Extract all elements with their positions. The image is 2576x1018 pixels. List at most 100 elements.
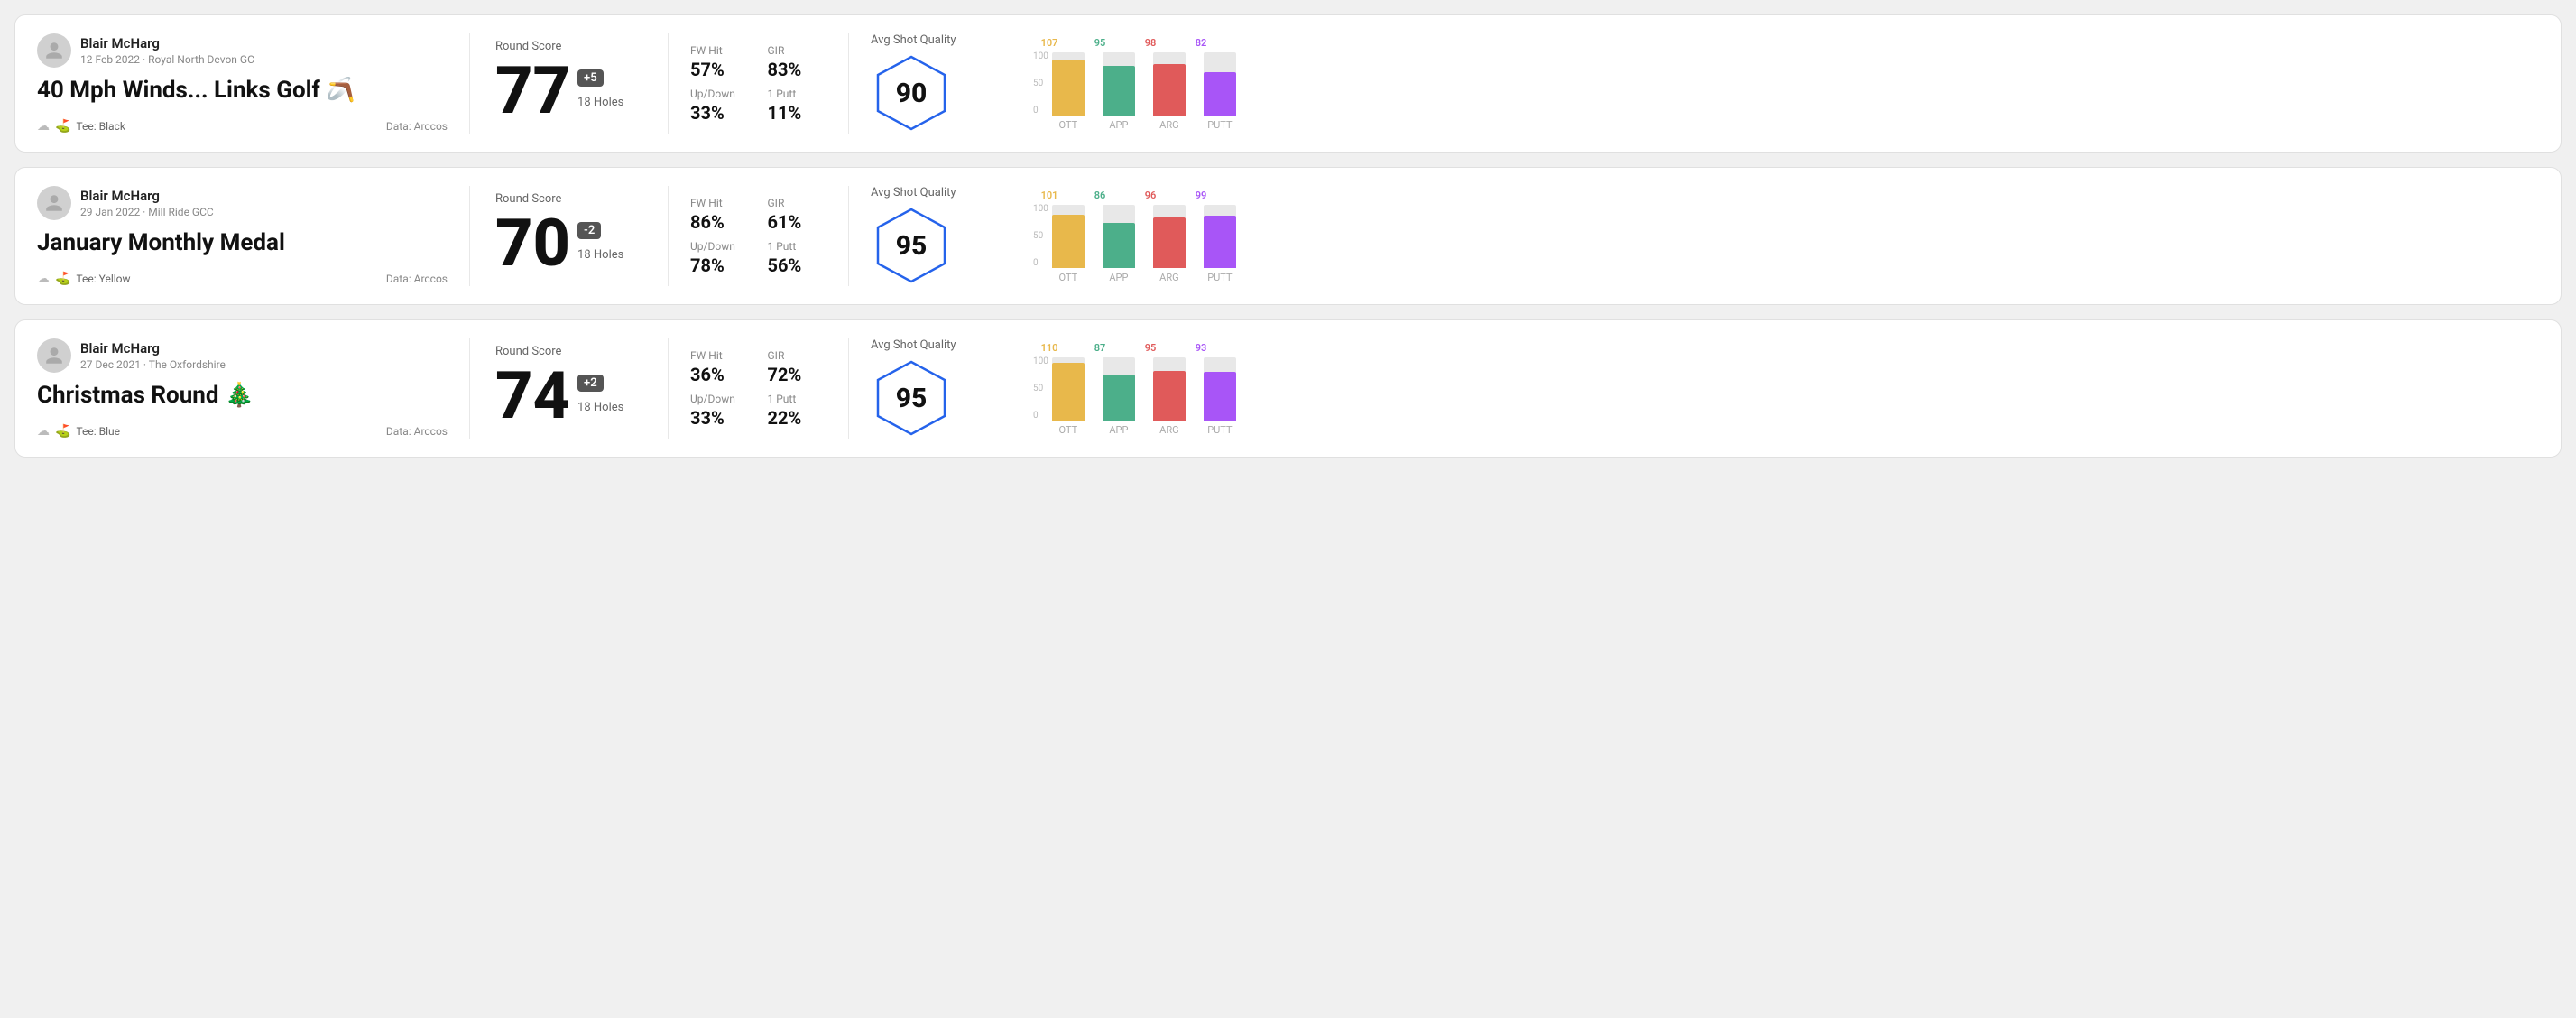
y-label-0: 0	[1033, 106, 1048, 116]
user-date-course: 29 Jan 2022 · Mill Ride GCC	[80, 206, 214, 218]
up-down-value: 33%	[690, 102, 750, 124]
user-info: Blair McHarg 27 Dec 2021 · The Oxfordshi…	[37, 338, 448, 373]
cloud-icon: ☁	[37, 424, 50, 439]
stats-section: FW Hit 86% GIR 61% Up/Down 78% 1 Putt 56…	[669, 186, 849, 286]
round-card: Blair McHarg 12 Feb 2022 · Royal North D…	[14, 14, 2562, 153]
user-date-course: 27 Dec 2021 · The Oxfordshire	[80, 358, 226, 371]
tee-info: ☁ ⛳ Tee: Yellow	[37, 272, 131, 286]
fw-hit-label: FW Hit	[690, 197, 750, 209]
cloud-icon: ☁	[37, 272, 50, 286]
bar-arg	[1153, 205, 1186, 268]
user-details: Blair McHarg 29 Jan 2022 · Mill Ride GCC	[80, 188, 214, 219]
golf-bag-icon: ⛳	[55, 424, 70, 439]
bar-app	[1103, 205, 1135, 268]
left-section: Blair McHarg 27 Dec 2021 · The Oxfordshi…	[37, 338, 470, 439]
chart-section: 101869699 100 50 0 OTTA	[1011, 186, 2539, 286]
stat-one-putt: 1 Putt 11%	[768, 88, 827, 124]
chart-x-label-putt: PUTT	[1204, 119, 1236, 131]
one-putt-label: 1 Putt	[768, 240, 827, 253]
chart-top-value-arg: 98	[1134, 37, 1167, 49]
chart-top-value-putt: 82	[1185, 37, 1217, 49]
score-section: Round Score 77 +5 18 Holes	[470, 33, 669, 134]
user-name: Blair McHarg	[80, 35, 254, 53]
bar-app	[1103, 52, 1135, 116]
chart-top-value-putt: 99	[1185, 190, 1217, 201]
chart-top-value-ott: 107	[1033, 37, 1066, 49]
round-score-label: Round Score	[495, 192, 642, 206]
score-display: 77 +5 18 Holes	[495, 59, 642, 124]
stat-fw-hit: FW Hit 36%	[690, 349, 750, 385]
chart-x-label-arg: ARG	[1153, 119, 1186, 131]
stats-grid: FW Hit 57% GIR 83% Up/Down 33% 1 Putt 11…	[690, 44, 826, 124]
gir-value: 83%	[768, 59, 827, 80]
bar-putt	[1204, 357, 1236, 421]
up-down-label: Up/Down	[690, 393, 750, 405]
up-down-label: Up/Down	[690, 240, 750, 253]
avg-shot-quality-label: Avg Shot Quality	[871, 338, 956, 352]
y-label-100: 100	[1033, 205, 1048, 214]
stats-section: FW Hit 57% GIR 83% Up/Down 33% 1 Putt 11…	[669, 33, 849, 134]
chart-x-label-app: APP	[1103, 119, 1135, 131]
tee-info: ☁ ⛳ Tee: Blue	[37, 424, 120, 439]
stat-gir: GIR 61%	[768, 197, 827, 233]
chart-x-label-arg: ARG	[1153, 424, 1186, 436]
data-source: Data: Arccos	[386, 120, 448, 133]
tee-info: ☁ ⛳ Tee: Black	[37, 119, 125, 134]
bar-chart: 101869699 100 50 0 OTTA	[1033, 190, 2525, 283]
y-label-100: 100	[1033, 52, 1048, 61]
data-source: Data: Arccos	[386, 425, 448, 438]
chart-top-value-arg: 96	[1134, 190, 1167, 201]
bar-arg	[1153, 52, 1186, 116]
user-details: Blair McHarg 27 Dec 2021 · The Oxfordshi…	[80, 340, 226, 372]
footer-info: ☁ ⛳ Tee: Blue Data: Arccos	[37, 424, 448, 439]
y-label-0: 0	[1033, 412, 1048, 421]
gir-value: 72%	[768, 364, 827, 385]
bar-chart: 107959882 100 50 0 OTTA	[1033, 37, 2525, 131]
score-section: Round Score 74 +2 18 Holes	[470, 338, 669, 439]
hexagon-score: 90	[896, 78, 928, 109]
chart-top-value-app: 95	[1084, 37, 1116, 49]
stat-up-down: Up/Down 78%	[690, 240, 750, 276]
bar-arg	[1153, 357, 1186, 421]
one-putt-value: 56%	[768, 255, 827, 276]
golf-bag-icon: ⛳	[55, 272, 70, 286]
gir-label: GIR	[768, 197, 827, 209]
up-down-label: Up/Down	[690, 88, 750, 100]
gir-value: 61%	[768, 211, 827, 233]
footer-info: ☁ ⛳ Tee: Black Data: Arccos	[37, 119, 448, 134]
chart-x-label-putt: PUTT	[1204, 424, 1236, 436]
chart-top-value-ott: 101	[1033, 190, 1066, 201]
footer-info: ☁ ⛳ Tee: Yellow Data: Arccos	[37, 272, 448, 286]
y-label-50: 50	[1033, 232, 1048, 241]
chart-top-value-app: 87	[1084, 342, 1116, 354]
stat-one-putt: 1 Putt 56%	[768, 240, 827, 276]
cloud-icon: ☁	[37, 119, 50, 134]
avatar-icon	[44, 41, 64, 60]
data-source: Data: Arccos	[386, 273, 448, 285]
score-badge: +5	[577, 69, 604, 87]
user-details: Blair McHarg 12 Feb 2022 · Royal North D…	[80, 35, 254, 67]
bar-chart: 110879593 100 50 0 OTTA	[1033, 342, 2525, 436]
stat-fw-hit: FW Hit 86%	[690, 197, 750, 233]
score-badge: +2	[577, 375, 604, 392]
stats-grid: FW Hit 86% GIR 61% Up/Down 78% 1 Putt 56…	[690, 197, 826, 276]
bar-app	[1103, 357, 1135, 421]
quality-section: Avg Shot Quality 90	[849, 33, 1011, 134]
bar-ott	[1052, 205, 1085, 268]
chart-section: 107959882 100 50 0 OTTA	[1011, 33, 2539, 134]
fw-hit-value: 36%	[690, 364, 750, 385]
score-section: Round Score 70 -2 18 Holes	[470, 186, 669, 286]
chart-section: 110879593 100 50 0 OTTA	[1011, 338, 2539, 439]
quality-section: Avg Shot Quality 95	[849, 186, 1011, 286]
avatar-icon	[44, 193, 64, 213]
round-title: 40 Mph Winds... Links Golf 🪃	[37, 77, 448, 104]
holes-label: 18 Holes	[577, 401, 623, 414]
chart-x-label-ott: OTT	[1052, 272, 1085, 283]
one-putt-label: 1 Putt	[768, 393, 827, 405]
tee-label: Tee: Yellow	[76, 273, 130, 285]
up-down-value: 78%	[690, 255, 750, 276]
user-date-course: 12 Feb 2022 · Royal North Devon GC	[80, 53, 254, 66]
round-card: Blair McHarg 27 Dec 2021 · The Oxfordshi…	[14, 319, 2562, 458]
score-display: 70 -2 18 Holes	[495, 211, 642, 276]
one-putt-value: 22%	[768, 407, 827, 429]
